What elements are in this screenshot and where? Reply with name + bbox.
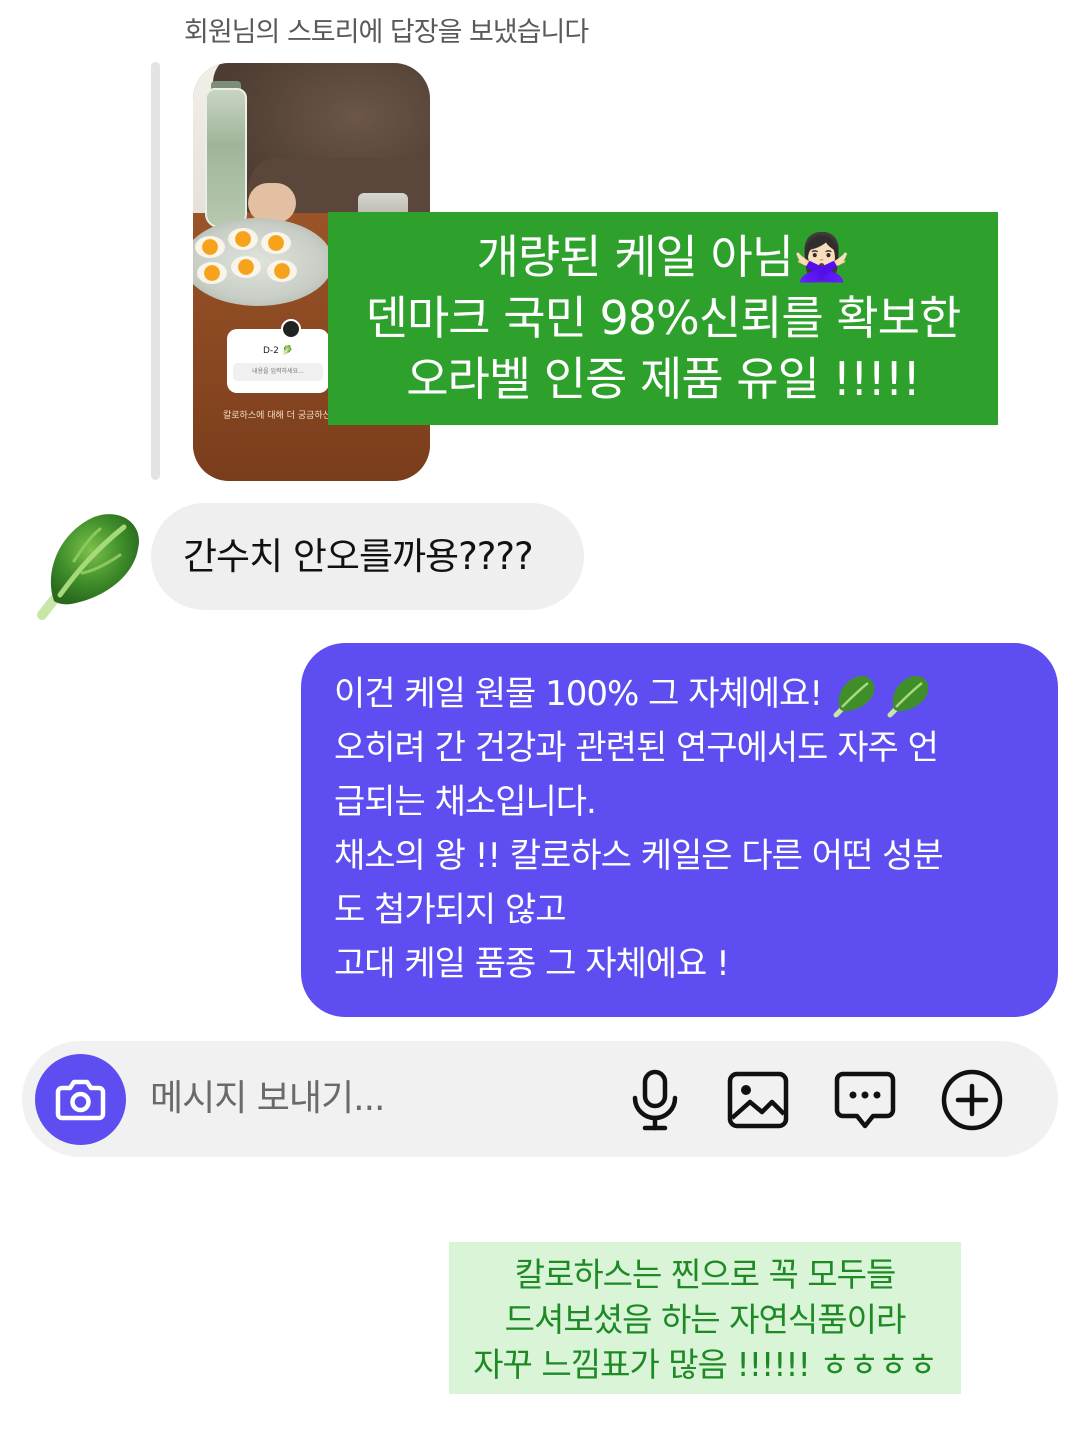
annotation-line: 칼로하스는 찐으로 꼭 모두들: [514, 1255, 897, 1294]
message-line: 도 첨가되지 않고: [334, 890, 567, 930]
chat-bubble-icon[interactable]: [833, 1068, 897, 1132]
egg: [197, 262, 227, 284]
story-question-sticker: [227, 329, 329, 393]
message-line: 오히려 간 건강과 관련된 연구에서도 자주 언: [334, 728, 939, 768]
story-photo-jar: [205, 88, 247, 228]
egg: [267, 260, 297, 282]
lettuce-icon: [887, 675, 929, 717]
overlay-line: 오라벨 인증 제품 유일 !!!!!: [406, 352, 921, 406]
incoming-message-bubble[interactable]: 간수치 안오를까용????: [151, 503, 584, 610]
microphone-icon[interactable]: [623, 1068, 687, 1132]
story-question-caption: 칼로하스에 대해 더 궁금하신: [223, 411, 331, 421]
image-icon[interactable]: [726, 1068, 790, 1132]
egg: [261, 232, 291, 254]
egg: [228, 228, 258, 250]
story-photo-hand: [248, 183, 296, 223]
outgoing-message-bubble[interactable]: 이건 케일 원물 100% 그 자체에요! 오히려 간 건강과 관련된 연구에서…: [301, 643, 1058, 1017]
message-line-text: 이건 케일 원물 100% 그 자체에요!: [334, 674, 823, 714]
annotation-line: 드셔보셨음 하는 자연식품이라: [504, 1300, 907, 1339]
message-line: 급되는 채소입니다.: [334, 782, 597, 822]
camera-icon: [55, 1079, 106, 1121]
green-overlay-note: 개량된 케일 아님🙅🏻‍♀️ 덴마크 국민 98%신뢰를 확보한 오라벨 인증 …: [328, 212, 998, 425]
message-line: 이건 케일 원물 100% 그 자체에요!: [334, 667, 1034, 721]
story-question-input: 내용을 입력하세요...: [233, 363, 323, 381]
story-reply-caption: 회원님의 스토리에 답장을 보냈습니다: [184, 17, 589, 48]
camera-button[interactable]: [35, 1054, 126, 1145]
message-input[interactable]: [150, 1066, 590, 1130]
annotation-note: 칼로하스는 찐으로 꼭 모두들 드셔보셨음 하는 자연식품이라 자꾸 느낌표가 …: [449, 1242, 961, 1394]
lettuce-icon[interactable]: [24, 503, 146, 625]
lettuce-icon: [833, 675, 875, 717]
overlay-line: 개량된 케일 아님🙅🏻‍♀️: [476, 230, 851, 284]
egg: [231, 256, 261, 278]
reply-indicator-bar: [151, 62, 160, 480]
message-line: 채소의 왕 !! 칼로하스 케일은 다른 어떤 성분: [334, 836, 944, 876]
plus-circle-icon[interactable]: [940, 1068, 1004, 1132]
message-line: 고대 케일 품종 그 자체에요 !: [334, 944, 730, 984]
egg: [195, 236, 225, 258]
annotation-line: 자꾸 느낌표가 많음 !!!!!! ㅎㅎㅎㅎ: [473, 1345, 938, 1384]
story-question-title: D-2 🥬: [263, 346, 293, 356]
overlay-line: 덴마크 국민 98%신뢰를 확보한: [365, 291, 962, 345]
story-question-avatar: [281, 319, 301, 339]
